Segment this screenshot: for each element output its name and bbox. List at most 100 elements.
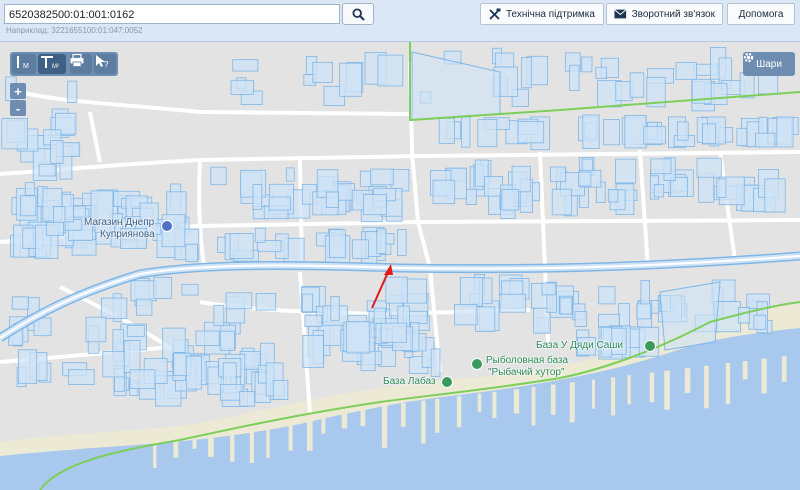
- land-parcel-187: [432, 179, 456, 205]
- ruler-icon: M: [17, 56, 29, 70]
- land-parcel-245: [328, 229, 346, 258]
- search-input[interactable]: [5, 6, 339, 24]
- land-parcel-244: [229, 233, 254, 259]
- land-parcel-153: [776, 116, 794, 148]
- pier-10: [341, 410, 348, 429]
- land-parcel-132: [581, 56, 593, 73]
- land-parcel-377: [559, 297, 573, 315]
- measure-area-button[interactable]: M²: [38, 54, 66, 74]
- help-button[interactable]: Допомога: [727, 3, 795, 25]
- land-parcel-276: [195, 330, 220, 347]
- pier-31: [742, 361, 748, 380]
- pier-2: [192, 428, 197, 449]
- pier-1: [173, 431, 179, 458]
- pier-6: [266, 419, 270, 458]
- identify-button[interactable]: ?: [94, 54, 116, 74]
- layers-label: Шари: [756, 58, 782, 70]
- pier-11: [360, 408, 366, 427]
- land-parcel-126: [495, 52, 515, 68]
- land-parcel-137: [736, 127, 748, 147]
- land-parcel-283: [219, 330, 235, 351]
- measure-sub-label: M: [23, 63, 29, 70]
- land-parcel-330: [330, 295, 340, 322]
- land-parcel-101: [339, 62, 362, 97]
- land-parcel-378: [454, 303, 478, 326]
- land-parcel-165: [477, 119, 498, 148]
- land-parcel-358: [640, 279, 650, 305]
- pier-19: [513, 389, 520, 414]
- pier-22: [569, 382, 575, 423]
- land-parcel-121: [615, 81, 633, 102]
- land-parcel-57: [20, 195, 37, 217]
- pier-14: [421, 400, 426, 444]
- land-parcel-221: [764, 178, 786, 213]
- land-parcel-53: [24, 182, 36, 196]
- land-parcel-438: [380, 322, 407, 343]
- land-parcel-239: [254, 227, 266, 243]
- land-parcel-91: [363, 194, 387, 216]
- land-parcel-227: [217, 236, 227, 253]
- pier-18: [492, 391, 497, 418]
- pier-26: [649, 372, 655, 403]
- zoom-in-button[interactable]: +: [10, 83, 26, 99]
- search-icon: [351, 7, 365, 21]
- land-parcel-62: [210, 166, 227, 186]
- land-parcel-151: [603, 119, 620, 146]
- land-parcel-154: [438, 118, 455, 144]
- base-labaz-icon[interactable]: [441, 376, 453, 388]
- land-parcel-400: [272, 380, 289, 401]
- land-parcel-218: [696, 157, 722, 178]
- measure-distance-button[interactable]: M: [12, 54, 36, 74]
- zoom-out-button[interactable]: -: [10, 100, 26, 116]
- map-canvas[interactable]: [0, 42, 800, 490]
- land-parcel-177: [465, 188, 477, 205]
- land-parcel-365: [636, 303, 652, 320]
- land-parcel-202: [615, 158, 637, 184]
- pier-3: [208, 426, 214, 457]
- zoom-control: + -: [10, 83, 26, 117]
- land-parcel-366: [459, 277, 483, 307]
- cursor-help-icon: ?: [96, 55, 109, 68]
- land-parcel-296: [135, 298, 153, 316]
- pier-8: [307, 414, 313, 451]
- layers-button[interactable]: Шари: [743, 52, 795, 76]
- land-parcel-336: [598, 286, 616, 305]
- svg-text:?: ?: [104, 60, 109, 68]
- fishing-base-icon[interactable]: [471, 358, 483, 370]
- land-parcel-88: [370, 168, 394, 186]
- land-parcel-130: [569, 64, 580, 91]
- shop-icon[interactable]: [161, 220, 173, 232]
- land-parcel-201: [607, 188, 619, 203]
- pier-30: [725, 363, 731, 405]
- map-tools-group: M M² ?: [10, 52, 118, 76]
- land-parcel-292: [100, 297, 128, 319]
- pier-28: [684, 368, 691, 393]
- land-parcel-272: [11, 296, 29, 310]
- pier-13: [401, 403, 406, 427]
- pier-17: [477, 393, 482, 412]
- land-parcel-200: [551, 188, 572, 216]
- search-hint: Наприклад: 3221655100:01:047:0052: [6, 26, 143, 35]
- land-parcel-278: [130, 280, 157, 302]
- land-parcel-422: [38, 163, 56, 177]
- pier-21: [550, 384, 556, 415]
- envelope-icon: [614, 9, 627, 19]
- land-parcel-362: [574, 311, 588, 327]
- land-parcel-223: [716, 178, 727, 198]
- land-parcel-131: [521, 57, 532, 89]
- print-button[interactable]: [70, 54, 92, 74]
- search-button[interactable]: [342, 3, 374, 25]
- land-parcel-220: [650, 158, 672, 175]
- feedback-button[interactable]: Зворотний зв'язок: [606, 3, 723, 25]
- pier-23: [591, 379, 595, 409]
- pier-33: [781, 356, 787, 382]
- land-parcel-127: [739, 72, 755, 99]
- cadastral-map[interactable]: M M² ? + - Шари Магазин Днепр Куприянова…: [0, 42, 800, 490]
- gear-icon: [743, 52, 754, 63]
- base-uncle-icon[interactable]: [644, 340, 656, 352]
- feedback-label: Зворотний зв'язок: [631, 8, 715, 20]
- land-parcel-327: [430, 348, 441, 377]
- land-parcel-86: [252, 184, 263, 210]
- support-button[interactable]: Технічна підтримка: [480, 3, 604, 25]
- cadastral-search-field[interactable]: [4, 4, 340, 24]
